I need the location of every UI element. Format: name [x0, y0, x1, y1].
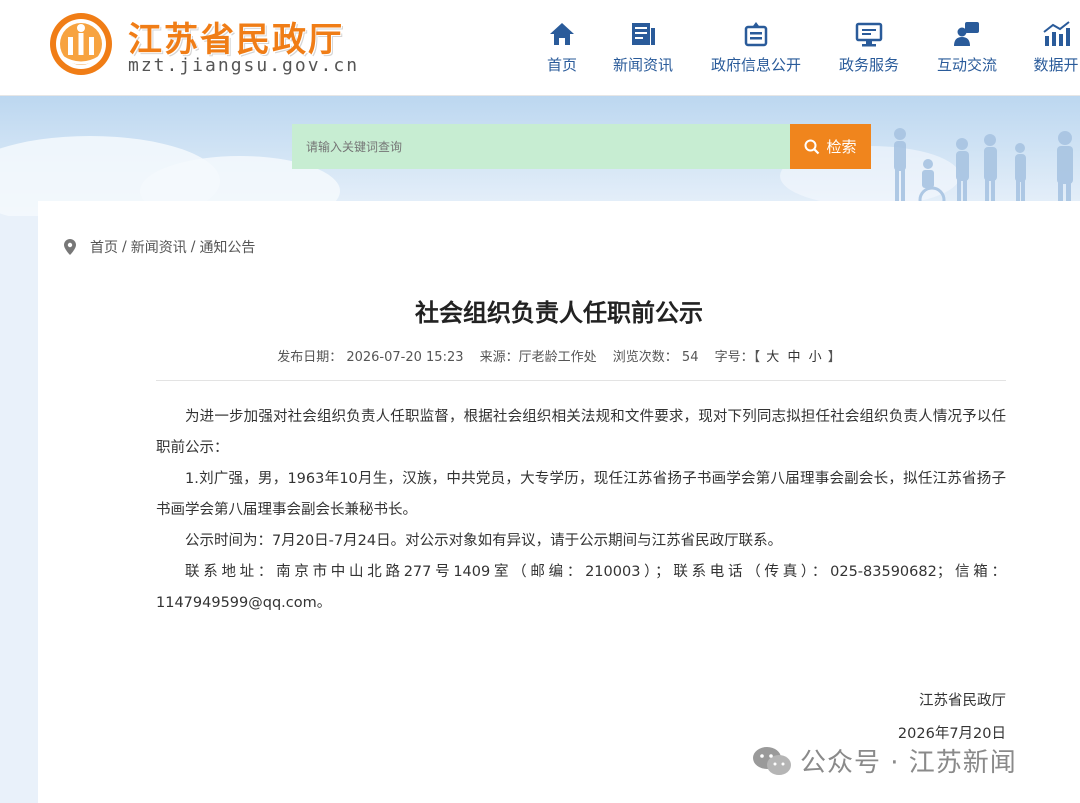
nav-data[interactable]: 数据开	[1032, 14, 1080, 84]
nav-label: 数据开	[1033, 56, 1079, 74]
nav-label: 政府信息公开	[710, 56, 801, 74]
font-size-small[interactable]: 小	[809, 350, 822, 365]
interaction-icon	[954, 22, 979, 46]
paragraph: 联系地址：南京市中山北路277号1409室（邮编：210003）；联系电话（传真…	[185, 564, 1006, 580]
search-button[interactable]: 检索	[790, 124, 871, 169]
font-size-large[interactable]: 大	[766, 350, 779, 365]
wechat-icon	[753, 746, 791, 775]
watermark: 公众号 · 江苏新闻	[752, 742, 1017, 779]
location-pin-icon	[64, 239, 76, 255]
nav-label: 新闻资讯	[612, 56, 673, 74]
nav-label: 互动交流	[936, 56, 997, 74]
font-size-medium[interactable]: 中	[787, 350, 800, 365]
data-chart-icon	[1043, 21, 1070, 46]
news-icon	[632, 23, 655, 45]
breadcrumb-news[interactable]: 新闻资讯	[131, 237, 187, 257]
nav-news[interactable]: 新闻资讯	[610, 14, 676, 84]
publish-date: 发布日期： 2026-07-20 15:23	[277, 350, 464, 365]
font-size-label: 字号：	[714, 350, 754, 365]
nav-label: 政务服务	[838, 56, 899, 74]
breadcrumb-home[interactable]: 首页	[90, 237, 118, 257]
breadcrumb-current[interactable]: 通知公告	[199, 237, 255, 257]
breadcrumb-separator: /	[190, 239, 196, 255]
nav-government-info[interactable]: 政府信息公开	[708, 14, 804, 84]
breadcrumb: 首页 / 新闻资讯 / 通知公告	[64, 237, 255, 257]
government-info-icon	[744, 22, 768, 47]
article-panel: 首页 / 新闻资讯 / 通知公告 社会组织负责人任职前公示 发布日期： 2026…	[38, 201, 1080, 803]
home-icon	[550, 23, 574, 45]
site-header: 江苏省民政厅 mzt.jiangsu.gov.cn 首页 新闻资讯 政府信息公开…	[0, 0, 1080, 96]
nav-home[interactable]: 首页	[542, 14, 582, 84]
site-title: 江苏省民政厅	[128, 20, 344, 60]
search-button-label: 检索	[826, 138, 857, 156]
nav-service[interactable]: 政务服务	[836, 14, 902, 84]
paragraph: 公示时间为：7月20日-7月24日。对公示对象如有异议，请于公示期间与江苏省民政…	[185, 533, 783, 549]
nav-label: 首页	[546, 56, 577, 74]
service-monitor-icon	[855, 22, 883, 47]
font-size-bracket-close: 】	[827, 350, 841, 365]
search-input[interactable]	[292, 124, 790, 169]
font-size-control: 字号：【 大 中 小 】	[715, 350, 841, 365]
paragraph: 1.刘广强，男，1963年10月生，汉族，中共党员，大专学历，现任江苏省扬子书画…	[156, 471, 1006, 518]
font-size-bracket-open: 【	[753, 350, 761, 365]
signature: 江苏省民政厅	[919, 693, 1006, 709]
article-body: 为进一步加强对社会组织负责人任职监督，根据社会组织相关法规和文件要求，现对下列同…	[156, 402, 1006, 619]
watermark-text: 公众号 · 江苏新闻	[800, 748, 1017, 778]
breadcrumb-separator: /	[122, 239, 127, 255]
nav-interaction[interactable]: 互动交流	[934, 14, 1000, 84]
paragraph-email: 1147949599@qq.com。	[156, 595, 332, 611]
article-title: 社会组织负责人任职前公示	[415, 299, 703, 327]
ministry-logo[interactable]	[48, 11, 114, 77]
view-count: 浏览次数： 54	[612, 350, 699, 365]
search-icon	[804, 139, 820, 154]
title-divider	[156, 380, 1006, 381]
site-url: mzt.jiangsu.gov.cn	[128, 55, 360, 76]
signature-block: 江苏省民政厅 2026年7月20日	[898, 686, 1006, 750]
article-meta: 发布日期： 2026-07-20 15:23 来源：厅老龄工作处 浏览次数： 5…	[38, 346, 1080, 365]
article-source: 来源：厅老龄工作处	[479, 350, 597, 365]
paragraph: 为进一步加强对社会组织负责人任职监督，根据社会组织相关法规和文件要求，现对下列同…	[156, 409, 1006, 456]
